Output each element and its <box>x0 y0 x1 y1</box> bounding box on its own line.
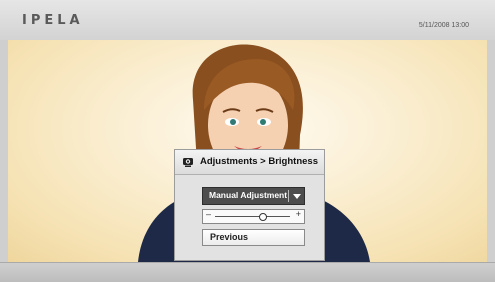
adjustment-mode-select[interactable]: Manual Adjustment <box>202 187 305 205</box>
chevron-down-icon[interactable] <box>291 189 303 203</box>
brand-logo: IPELA <box>22 13 84 28</box>
dropdown-separator <box>288 190 289 202</box>
right-border <box>487 40 495 262</box>
slider-knob[interactable] <box>258 213 267 221</box>
left-border <box>0 40 8 262</box>
brightness-slider[interactable]: – + <box>202 209 305 224</box>
previous-button[interactable]: Previous <box>202 229 305 246</box>
footer-bar <box>0 262 495 282</box>
menu-header: Adjustments > Brightness <box>175 150 324 175</box>
brightness-menu-panel: Adjustments > Brightness Manual Adjustme… <box>174 149 325 261</box>
slider-plus-label: + <box>295 209 301 219</box>
camera-icon <box>183 158 193 167</box>
header-bar: IPELA 5/11/2008 13:00 <box>0 0 495 41</box>
slider-minus-label: – <box>206 209 212 219</box>
menu-title: Adjustments > Brightness <box>200 156 318 167</box>
previous-button-label: Previous <box>210 232 249 242</box>
datetime-display: 5/11/2008 13:00 <box>418 22 469 29</box>
slider-track[interactable] <box>215 216 290 217</box>
app-frame: IPELA 5/11/2008 13:00 Adjustments > Brig… <box>0 0 495 282</box>
adjustment-mode-value: Manual Adjustment <box>209 190 288 200</box>
